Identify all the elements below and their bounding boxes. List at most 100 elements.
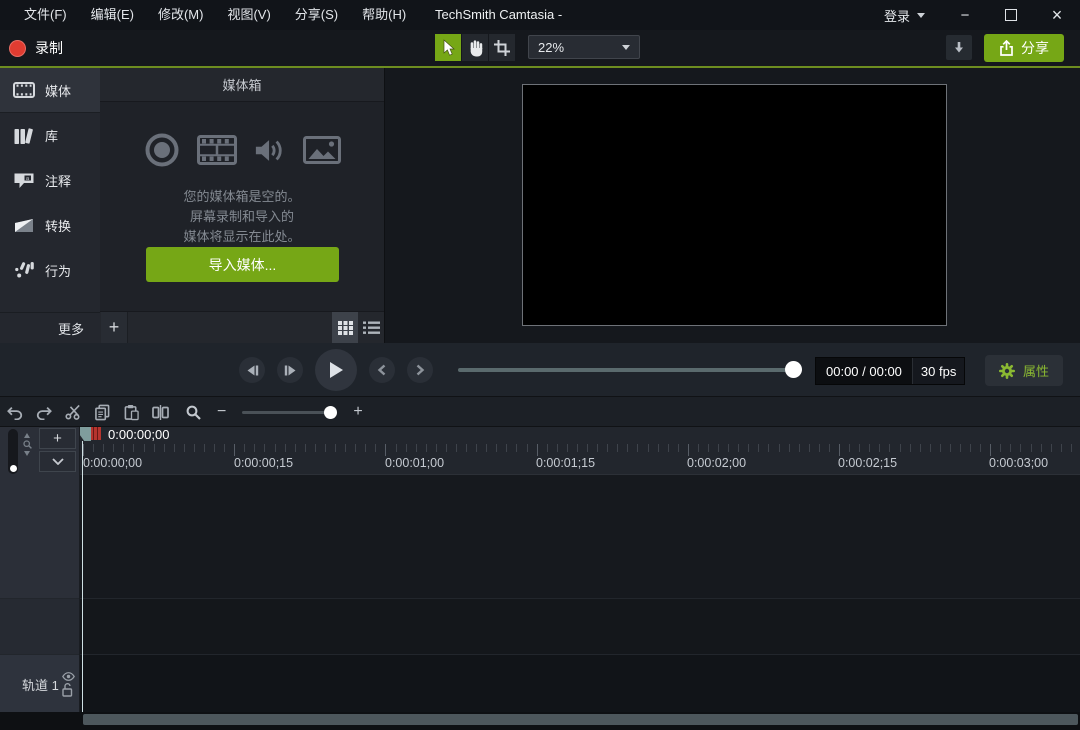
import-media-button[interactable]: 导入媒体... — [146, 247, 339, 282]
undo-button[interactable] — [6, 405, 24, 420]
play-icon — [328, 361, 344, 379]
lock-open-icon — [62, 683, 73, 697]
chevron-right-icon — [415, 364, 425, 376]
list-view-button[interactable] — [358, 312, 384, 343]
playback-scrubber-track[interactable] — [458, 368, 802, 372]
close-icon: × — [1052, 5, 1063, 26]
properties-button[interactable]: 属性 — [985, 355, 1063, 386]
sidebar-item-annotations[interactable]: a 注释 — [0, 158, 100, 203]
record-button[interactable]: 录制 — [9, 30, 63, 66]
login-label: 登录 — [884, 6, 910, 25]
sidebar-more-button[interactable]: 更多 — [0, 312, 100, 343]
size-up-icon[interactable] — [24, 433, 30, 438]
behaviors-icon — [12, 261, 36, 280]
grid-view-button[interactable] — [332, 312, 358, 343]
track-header-column: + 轨道 1 — [0, 427, 80, 712]
menu-share[interactable]: 分享(S) — [283, 0, 350, 30]
time-value: 00:00 / 00:00 — [816, 358, 912, 384]
split-button[interactable] — [151, 405, 169, 420]
share-icon — [999, 40, 1014, 56]
track1-header[interactable]: 轨道 1 — [0, 654, 79, 712]
add-media-button[interactable]: + — [101, 312, 128, 343]
cut-button[interactable] — [64, 404, 82, 420]
playhead-time: 0:00:00;00 — [108, 427, 169, 442]
export-local-button[interactable] — [946, 35, 972, 60]
sidebar-item-transitions[interactable]: 转换 — [0, 203, 100, 248]
zoom-out-button[interactable]: − — [217, 404, 226, 420]
media-bin-footer: + — [100, 311, 384, 343]
track-height-slider[interactable] — [8, 429, 18, 474]
minimize-icon: − — [961, 7, 970, 24]
next-button[interactable] — [407, 357, 433, 383]
transition-icon — [12, 218, 36, 233]
empty-line-1: 您的媒体箱是空的。 — [100, 187, 384, 207]
transport-controls — [239, 343, 433, 397]
track1-content[interactable] — [80, 654, 1080, 712]
playback-scrubber-thumb[interactable] — [785, 361, 802, 378]
canvas-tools — [435, 34, 515, 61]
timeline-zoom-thumb[interactable] — [324, 406, 337, 419]
playhead-out-marker[interactable] — [91, 427, 101, 440]
caret-down-icon — [917, 13, 925, 18]
sidebar-item-behaviors[interactable]: 行为 — [0, 248, 100, 293]
timeline-toolbar: − + — [0, 397, 1080, 427]
sidebar-item-library[interactable]: 库 — [0, 113, 100, 158]
canvas-zoom-dropdown[interactable]: 22% — [528, 35, 640, 59]
record-icon — [144, 132, 180, 168]
maximize-button[interactable] — [988, 0, 1034, 30]
step-back-button[interactable] — [239, 357, 265, 383]
size-down-icon[interactable] — [24, 451, 30, 456]
zoom-in-button[interactable]: + — [353, 404, 362, 420]
empty-line-3: 媒体将显示在此处。 — [100, 227, 384, 247]
playhead-line[interactable] — [82, 441, 83, 712]
split-icon — [152, 405, 169, 420]
menu-file[interactable]: 文件(F) — [12, 0, 79, 30]
pan-tool-button[interactable] — [462, 34, 488, 61]
copy-button[interactable] — [93, 404, 111, 421]
sidebar-item-media[interactable]: 媒体 — [0, 68, 100, 113]
menu-view[interactable]: 视图(V) — [215, 0, 282, 30]
cursor-tool-button[interactable] — [435, 34, 461, 61]
record-icon — [9, 40, 26, 57]
menu-help[interactable]: 帮助(H) — [350, 0, 418, 30]
login-menu[interactable]: 登录 — [884, 0, 925, 30]
add-track-button[interactable]: + — [39, 428, 76, 449]
menu-modify[interactable]: 修改(M) — [146, 0, 216, 30]
menu-items: 文件(F) 编辑(E) 修改(M) 视图(V) 分享(S) 帮助(H) — [12, 0, 418, 30]
image-icon — [303, 136, 341, 164]
share-button[interactable]: 分享 — [984, 34, 1064, 62]
more-label: 更多 — [58, 319, 84, 338]
step-forward-button[interactable] — [277, 357, 303, 383]
gear-icon — [999, 363, 1015, 379]
timeline-zoom-slider[interactable] — [242, 411, 337, 414]
plus-icon: + — [53, 430, 62, 447]
crop-tool-button[interactable] — [489, 34, 515, 61]
track-lock-toggle[interactable] — [62, 683, 73, 702]
undo-icon — [7, 405, 23, 420]
sidebar-label: 行为 — [45, 261, 71, 280]
collapse-tracks-button[interactable] — [39, 451, 76, 472]
timeline-zoom-group: − + — [186, 397, 363, 427]
window-controls: − × — [942, 0, 1080, 30]
content-area: 媒体 库 a 注释 转换 — [0, 68, 1080, 343]
preview-canvas[interactable] — [522, 84, 947, 326]
close-button[interactable]: × — [1034, 0, 1080, 30]
menu-bar: 文件(F) 编辑(E) 修改(M) 视图(V) 分享(S) 帮助(H) Tech… — [0, 0, 1080, 31]
redo-icon — [36, 405, 52, 420]
playhead-in-marker[interactable] — [80, 427, 91, 441]
previous-button[interactable] — [369, 357, 395, 383]
track-height-thumb[interactable] — [10, 465, 17, 472]
paste-button[interactable] — [122, 404, 140, 421]
redo-button[interactable] — [35, 405, 53, 420]
edit-tool-group — [6, 397, 169, 427]
timeline-ruler[interactable]: 0:00:00;00 0:00:00;15 0:00:01;00 0:00:01… — [80, 427, 1080, 475]
cursor-icon — [441, 39, 455, 57]
minimize-button[interactable]: − — [942, 0, 988, 30]
play-button[interactable] — [315, 349, 357, 391]
timeline-content: 0:00:00;00 0:00:00;15 0:00:01;00 0:00:01… — [80, 427, 1080, 712]
paste-icon — [124, 404, 139, 421]
menu-edit[interactable]: 编辑(E) — [79, 0, 146, 30]
timeline-scrollbar-thumb[interactable] — [83, 714, 1078, 725]
media-bin-panel: 媒体箱 您的媒体箱是空的。 屏幕录制和导入的 媒体将显示在此处。 导入媒体... — [100, 68, 385, 343]
import-media-label: 导入媒体... — [209, 255, 277, 275]
